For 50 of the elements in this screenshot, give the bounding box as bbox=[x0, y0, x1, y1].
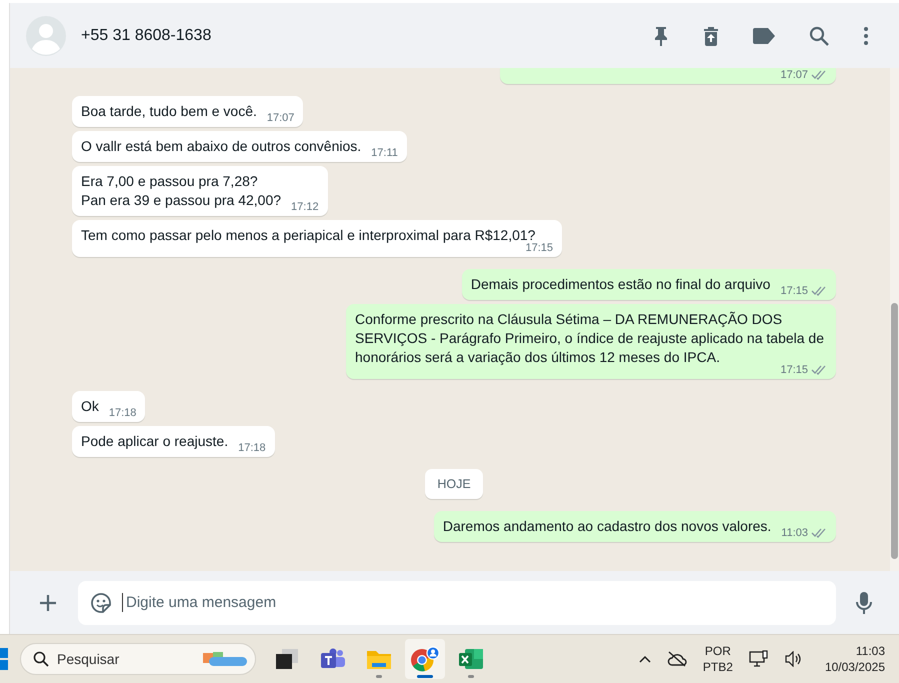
message-time: 17:15 bbox=[780, 284, 808, 298]
scrollbar-thumb[interactable] bbox=[891, 303, 898, 559]
chrome-icon bbox=[410, 646, 440, 672]
message-text: Tem como passar pelo menos a periapical e interproximal para R$12,01? bbox=[81, 226, 536, 243]
taskbar-search[interactable]: Pesquisar bbox=[20, 643, 256, 675]
search-icon[interactable] bbox=[809, 26, 829, 46]
more-icon[interactable] bbox=[863, 26, 869, 46]
message-text: Daremos andamento ao cadastro dos novos valores. bbox=[442, 517, 772, 536]
message-field[interactable]: Digite uma mensagem bbox=[78, 580, 836, 624]
contact-name[interactable]: +55 31 8608-1638 bbox=[81, 26, 212, 44]
teams-icon bbox=[320, 648, 346, 670]
windows-logo-icon[interactable] bbox=[0, 648, 10, 670]
cloud-off-icon[interactable] bbox=[666, 651, 687, 667]
chevron-up-icon[interactable] bbox=[638, 655, 651, 663]
message-time: 17:11 bbox=[371, 146, 398, 160]
message-text: O vallr está bem abaixo de outros convênios. bbox=[81, 137, 362, 156]
folder-icon bbox=[366, 648, 392, 670]
scrollbar[interactable] bbox=[890, 68, 899, 571]
message-time: 17:07 bbox=[780, 68, 808, 82]
pin-icon[interactable] bbox=[653, 26, 669, 46]
message-text: Ok bbox=[81, 397, 99, 416]
language-indicator[interactable]: POR PTB2 bbox=[702, 643, 733, 675]
message-time: 17:15 bbox=[525, 242, 553, 255]
taskbar-clock[interactable]: 11:03 10/03/2025 bbox=[824, 643, 885, 675]
task-view-icon bbox=[275, 648, 299, 670]
message-time: 17:18 bbox=[108, 406, 136, 420]
plus-icon[interactable] bbox=[38, 592, 58, 612]
speaker-icon[interactable] bbox=[784, 651, 803, 667]
double-check-icon bbox=[811, 70, 827, 80]
delete-icon[interactable] bbox=[703, 26, 719, 46]
message-text: Demais procedimentos estão no final do arquivo bbox=[470, 275, 770, 294]
message-time: 17:18 bbox=[238, 441, 266, 455]
message-time: 17:15 bbox=[780, 363, 808, 377]
double-check-icon bbox=[811, 286, 827, 296]
double-check-icon bbox=[811, 528, 827, 538]
message-time: 17:07 bbox=[266, 111, 294, 125]
message-time: 17:12 bbox=[291, 200, 319, 214]
label-icon[interactable] bbox=[753, 28, 775, 44]
microphone-icon[interactable] bbox=[856, 590, 872, 614]
message-text: Boa tarde, tudo bem e você. bbox=[81, 102, 257, 121]
message-text: Era 7,00 e passou pra 7,28? Pan era 39 e passou pra 42,00? bbox=[81, 172, 282, 210]
search-icon bbox=[33, 651, 49, 667]
sticker-icon[interactable] bbox=[90, 592, 112, 614]
message-time: 11:03 bbox=[781, 526, 808, 540]
spreadsheet-icon bbox=[458, 648, 484, 670]
taskbar-app[interactable] bbox=[405, 639, 445, 679]
network-icon[interactable] bbox=[748, 650, 769, 668]
message-text: Conforme prescrito na Cláusula Sétima – DA REMUNERAÇÃO DOS SERVIÇOS - Parágrafo Primeiro, o índice de reajuste aplicado na tabela de honorários será a variação dos últimos 12 meses do IPCA. bbox=[355, 310, 825, 365]
message-text: Pode aplicar o reajuste. bbox=[81, 432, 228, 451]
double-check-icon bbox=[811, 365, 827, 375]
